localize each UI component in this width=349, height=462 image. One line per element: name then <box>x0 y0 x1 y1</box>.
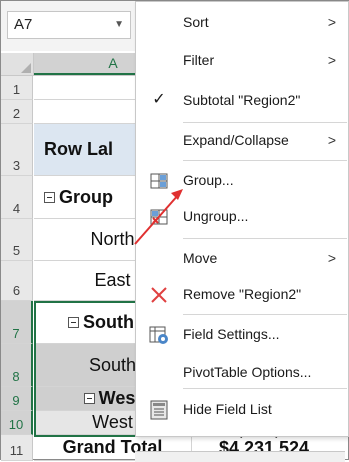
chevron-right-icon: > <box>327 52 336 68</box>
south-group-label: South <box>83 311 134 332</box>
chevron-down-icon[interactable]: ▼ <box>114 12 124 38</box>
sheet-scroll-strip <box>135 451 345 462</box>
collapse-icon[interactable] <box>68 316 79 328</box>
row-header-6[interactable]: 6 <box>1 261 33 301</box>
select-all-corner[interactable] <box>1 53 34 75</box>
row-header-1[interactable]: 1 <box>1 76 33 100</box>
menu-item-label: Subtotal "Region2" <box>183 92 301 108</box>
menu-separator <box>183 160 347 161</box>
group-label: Group <box>59 186 113 207</box>
menu-item-move[interactable]: Move > <box>136 240 348 276</box>
chevron-right-icon: > <box>327 132 336 148</box>
group-icon <box>148 169 170 191</box>
collapse-icon[interactable] <box>44 191 55 203</box>
row-header-11[interactable]: 11 <box>1 435 33 461</box>
context-menu: Sort > Filter > ✓ Subtotal "Region2" Exp… <box>135 1 349 437</box>
row-header-5[interactable]: 5 <box>1 219 33 261</box>
menu-item-expand-collapse[interactable]: Expand/Collapse > <box>136 122 348 158</box>
menu-item-field-settings[interactable]: Field Settings... <box>136 316 348 352</box>
menu-item-label: Field Settings... <box>183 326 280 342</box>
row-header-9[interactable]: 9 <box>1 387 33 411</box>
menu-item-label: Ungroup... <box>183 208 249 224</box>
east-label: East <box>94 270 131 290</box>
menu-item-label: Hide Field List <box>183 401 272 417</box>
menu-item-filter[interactable]: Filter > <box>136 42 348 78</box>
menu-separator <box>183 314 347 315</box>
field-settings-icon <box>148 323 170 345</box>
west-label: West <box>92 412 133 432</box>
name-box[interactable]: A7 ▼ <box>7 11 131 39</box>
collapse-icon[interactable] <box>83 393 95 404</box>
menu-item-label: Filter <box>183 52 215 68</box>
name-box-value: A7 <box>14 16 33 33</box>
menu-item-label: Remove "Region2" <box>183 286 302 302</box>
menu-item-label: Sort <box>183 14 209 30</box>
row-header-4[interactable]: 4 <box>1 176 33 219</box>
menu-item-subtotal[interactable]: ✓ Subtotal "Region2" <box>136 82 348 118</box>
row-header-10[interactable]: 10 <box>1 411 33 435</box>
remove-x-icon <box>148 283 170 305</box>
menu-item-label: Expand/Collapse <box>183 132 289 148</box>
menu-item-label: Group... <box>183 172 234 188</box>
row-header-8[interactable]: 8 <box>1 344 33 387</box>
ungroup-icon <box>148 205 170 227</box>
menu-item-group[interactable]: Group... <box>136 162 348 198</box>
field-list-icon <box>148 398 170 420</box>
menu-separator <box>183 388 347 389</box>
north-label: North <box>90 229 135 249</box>
row-labels-header: Row Lal <box>44 139 114 159</box>
row-header-7[interactable]: 7 <box>1 301 33 344</box>
menu-separator <box>183 238 347 239</box>
chevron-right-icon: > <box>327 14 336 30</box>
menu-item-hide-field-list[interactable]: Hide Field List <box>136 391 348 427</box>
menu-item-ungroup[interactable]: Ungroup... <box>136 198 348 234</box>
menu-item-sort[interactable]: Sort > <box>136 4 348 40</box>
menu-item-label: PivotTable Options... <box>183 364 312 380</box>
checkmark-icon: ✓ <box>152 91 166 108</box>
menu-item-remove[interactable]: Remove "Region2" <box>136 276 348 312</box>
chevron-right-icon: > <box>327 250 336 266</box>
menu-item-label: Move <box>183 250 218 266</box>
row-header-3[interactable]: 3 <box>1 124 33 176</box>
row-header-2[interactable]: 2 <box>1 100 33 124</box>
south-label: South <box>88 354 137 375</box>
menu-item-pivottable-options[interactable]: PivotTable Options... <box>136 354 348 390</box>
